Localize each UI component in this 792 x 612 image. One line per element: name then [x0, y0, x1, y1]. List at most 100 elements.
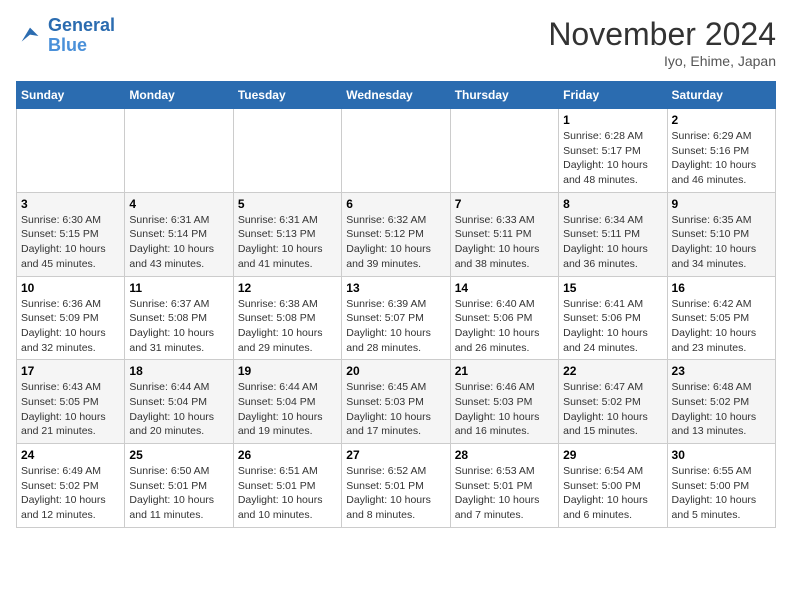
day-info: Sunrise: 6:54 AMSunset: 5:00 PMDaylight:…	[563, 464, 662, 523]
day-info: Sunrise: 6:47 AMSunset: 5:02 PMDaylight:…	[563, 380, 662, 439]
month-title: November 2024	[548, 16, 776, 53]
weekday-header: Monday	[125, 82, 233, 109]
calendar-cell: 6 Sunrise: 6:32 AMSunset: 5:12 PMDaylight…	[342, 192, 450, 276]
day-number: 6	[346, 197, 445, 211]
logo-text: General Blue	[48, 16, 115, 56]
day-info: Sunrise: 6:42 AMSunset: 5:05 PMDaylight:…	[672, 297, 771, 356]
day-number: 12	[238, 281, 337, 295]
calendar-table: SundayMondayTuesdayWednesdayThursdayFrid…	[16, 81, 776, 528]
calendar-cell: 25 Sunrise: 6:50 AMSunset: 5:01 PMDayligh…	[125, 444, 233, 528]
day-number: 22	[563, 364, 662, 378]
calendar-cell: 23 Sunrise: 6:48 AMSunset: 5:02 PMDayligh…	[667, 360, 775, 444]
day-info: Sunrise: 6:43 AMSunset: 5:05 PMDaylight:…	[21, 380, 120, 439]
day-info: Sunrise: 6:51 AMSunset: 5:01 PMDaylight:…	[238, 464, 337, 523]
day-number: 30	[672, 448, 771, 462]
day-number: 25	[129, 448, 228, 462]
day-info: Sunrise: 6:48 AMSunset: 5:02 PMDaylight:…	[672, 380, 771, 439]
calendar-cell	[233, 109, 341, 193]
calendar-cell	[450, 109, 558, 193]
day-info: Sunrise: 6:38 AMSunset: 5:08 PMDaylight:…	[238, 297, 337, 356]
day-info: Sunrise: 6:28 AMSunset: 5:17 PMDaylight:…	[563, 129, 662, 188]
day-number: 3	[21, 197, 120, 211]
day-info: Sunrise: 6:52 AMSunset: 5:01 PMDaylight:…	[346, 464, 445, 523]
calendar-cell: 1 Sunrise: 6:28 AMSunset: 5:17 PMDaylight…	[559, 109, 667, 193]
calendar-cell: 26 Sunrise: 6:51 AMSunset: 5:01 PMDayligh…	[233, 444, 341, 528]
calendar-week-row: 10 Sunrise: 6:36 AMSunset: 5:09 PMDayligh…	[17, 276, 776, 360]
logo: General Blue	[16, 16, 115, 56]
day-number: 15	[563, 281, 662, 295]
calendar-cell: 12 Sunrise: 6:38 AMSunset: 5:08 PMDayligh…	[233, 276, 341, 360]
day-number: 23	[672, 364, 771, 378]
calendar-week-row: 24Sunrise: 6:49 AMSunset: 5:02 PMDayligh…	[17, 444, 776, 528]
day-number: 9	[672, 197, 771, 211]
day-info: Sunrise: 6:29 AMSunset: 5:16 PMDaylight:…	[672, 129, 771, 188]
day-info: Sunrise: 6:35 AMSunset: 5:10 PMDaylight:…	[672, 213, 771, 272]
day-info: Sunrise: 6:49 AMSunset: 5:02 PMDaylight:…	[21, 464, 120, 523]
weekday-header: Saturday	[667, 82, 775, 109]
title-area: November 2024 Iyo, Ehime, Japan	[548, 16, 776, 69]
day-info: Sunrise: 6:50 AMSunset: 5:01 PMDaylight:…	[129, 464, 228, 523]
day-number: 13	[346, 281, 445, 295]
calendar-cell: 20Sunrise: 6:45 AMSunset: 5:03 PMDayligh…	[342, 360, 450, 444]
day-number: 8	[563, 197, 662, 211]
day-number: 1	[563, 113, 662, 127]
calendar-cell: 9 Sunrise: 6:35 AMSunset: 5:10 PMDaylight…	[667, 192, 775, 276]
calendar-cell: 16Sunrise: 6:42 AMSunset: 5:05 PMDayligh…	[667, 276, 775, 360]
day-info: Sunrise: 6:40 AMSunset: 5:06 PMDaylight:…	[455, 297, 554, 356]
day-info: Sunrise: 6:44 AMSunset: 5:04 PMDaylight:…	[129, 380, 228, 439]
weekday-header: Friday	[559, 82, 667, 109]
weekday-header: Tuesday	[233, 82, 341, 109]
calendar-cell: 19Sunrise: 6:44 AMSunset: 5:04 PMDayligh…	[233, 360, 341, 444]
day-number: 7	[455, 197, 554, 211]
calendar-cell: 21 Sunrise: 6:46 AMSunset: 5:03 PMDayligh…	[450, 360, 558, 444]
day-number: 14	[455, 281, 554, 295]
logo-icon	[16, 22, 44, 50]
day-info: Sunrise: 6:31 AMSunset: 5:13 PMDaylight:…	[238, 213, 337, 272]
calendar-cell	[17, 109, 125, 193]
day-info: Sunrise: 6:44 AMSunset: 5:04 PMDaylight:…	[238, 380, 337, 439]
day-number: 29	[563, 448, 662, 462]
weekday-header-row: SundayMondayTuesdayWednesdayThursdayFrid…	[17, 82, 776, 109]
day-number: 27	[346, 448, 445, 462]
day-info: Sunrise: 6:36 AMSunset: 5:09 PMDaylight:…	[21, 297, 120, 356]
day-info: Sunrise: 6:33 AMSunset: 5:11 PMDaylight:…	[455, 213, 554, 272]
day-info: Sunrise: 6:37 AMSunset: 5:08 PMDaylight:…	[129, 297, 228, 356]
calendar-cell: 28Sunrise: 6:53 AMSunset: 5:01 PMDayligh…	[450, 444, 558, 528]
calendar-cell	[125, 109, 233, 193]
calendar-cell: 14 Sunrise: 6:40 AMSunset: 5:06 PMDayligh…	[450, 276, 558, 360]
day-number: 5	[238, 197, 337, 211]
calendar-cell: 17 Sunrise: 6:43 AMSunset: 5:05 PMDayligh…	[17, 360, 125, 444]
day-number: 11	[129, 281, 228, 295]
calendar-cell: 13Sunrise: 6:39 AMSunset: 5:07 PMDayligh…	[342, 276, 450, 360]
calendar-cell	[342, 109, 450, 193]
weekday-header: Thursday	[450, 82, 558, 109]
calendar-cell: 15 Sunrise: 6:41 AMSunset: 5:06 PMDayligh…	[559, 276, 667, 360]
calendar-week-row: 3 Sunrise: 6:30 AMSunset: 5:15 PMDaylight…	[17, 192, 776, 276]
calendar-week-row: 17 Sunrise: 6:43 AMSunset: 5:05 PMDayligh…	[17, 360, 776, 444]
day-number: 28	[455, 448, 554, 462]
calendar-cell: 7 Sunrise: 6:33 AMSunset: 5:11 PMDaylight…	[450, 192, 558, 276]
calendar-cell: 22 Sunrise: 6:47 AMSunset: 5:02 PMDayligh…	[559, 360, 667, 444]
day-info: Sunrise: 6:41 AMSunset: 5:06 PMDaylight:…	[563, 297, 662, 356]
day-number: 26	[238, 448, 337, 462]
day-number: 20	[346, 364, 445, 378]
day-number: 17	[21, 364, 120, 378]
day-number: 18	[129, 364, 228, 378]
calendar-cell: 3 Sunrise: 6:30 AMSunset: 5:15 PMDaylight…	[17, 192, 125, 276]
calendar-cell: 24Sunrise: 6:49 AMSunset: 5:02 PMDayligh…	[17, 444, 125, 528]
day-info: Sunrise: 6:30 AMSunset: 5:15 PMDaylight:…	[21, 213, 120, 272]
calendar-cell: 5 Sunrise: 6:31 AMSunset: 5:13 PMDaylight…	[233, 192, 341, 276]
page-header: General Blue November 2024 Iyo, Ehime, J…	[16, 16, 776, 69]
calendar-cell: 18 Sunrise: 6:44 AMSunset: 5:04 PMDayligh…	[125, 360, 233, 444]
calendar-cell: 29 Sunrise: 6:54 AMSunset: 5:00 PMDayligh…	[559, 444, 667, 528]
day-number: 4	[129, 197, 228, 211]
weekday-header: Wednesday	[342, 82, 450, 109]
day-number: 21	[455, 364, 554, 378]
day-info: Sunrise: 6:31 AMSunset: 5:14 PMDaylight:…	[129, 213, 228, 272]
calendar-cell: 30Sunrise: 6:55 AMSunset: 5:00 PMDayligh…	[667, 444, 775, 528]
calendar-cell: 27 Sunrise: 6:52 AMSunset: 5:01 PMDayligh…	[342, 444, 450, 528]
day-info: Sunrise: 6:46 AMSunset: 5:03 PMDaylight:…	[455, 380, 554, 439]
day-info: Sunrise: 6:32 AMSunset: 5:12 PMDaylight:…	[346, 213, 445, 272]
day-number: 10	[21, 281, 120, 295]
location-subtitle: Iyo, Ehime, Japan	[548, 53, 776, 69]
